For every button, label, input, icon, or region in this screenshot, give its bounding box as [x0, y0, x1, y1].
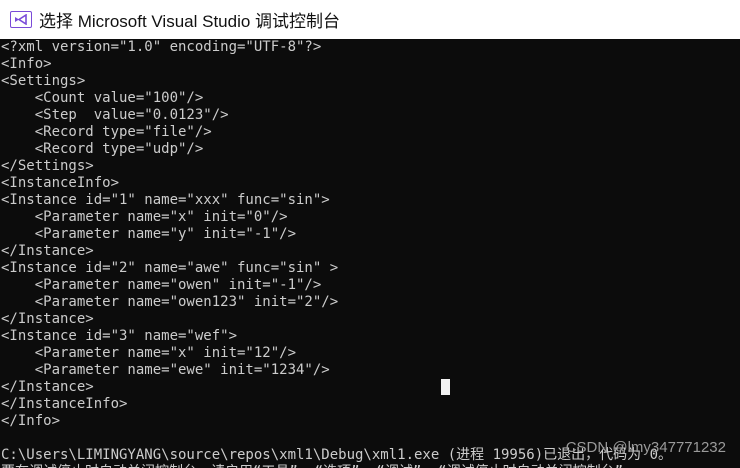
- console-line: <Parameter name="owen123" init="2"/>: [1, 294, 339, 310]
- visual-studio-icon: [10, 11, 32, 28]
- console-line: <Parameter name="x" init="12"/>: [1, 345, 297, 361]
- console-output[interactable]: <?xml version="1.0" encoding="UTF-8"?> <I…: [0, 39, 740, 468]
- text-cursor: [441, 379, 450, 395]
- csdn-watermark: CSDN @lmy347771232: [565, 439, 726, 456]
- console-line: <Instance id="2" name="awe" func="sin" >: [1, 260, 339, 276]
- console-line: <Parameter name="x" init="0"/>: [1, 209, 288, 225]
- console-line: <Instance id="3" name="wef">: [1, 328, 238, 344]
- console-line: <Parameter name="owen" init="-1"/>: [1, 277, 322, 293]
- console-line: <Parameter name="ewe" init="1234"/>: [1, 362, 330, 378]
- console-line: </Instance>: [1, 379, 94, 395]
- window-title: 选择 Microsoft Visual Studio 调试控制台: [39, 12, 341, 31]
- console-line: 要在调试停止时自动关闭控制台，请启用“工具”->“选项”->“调试”->“调试停…: [1, 464, 672, 468]
- console-line: </Instance>: [1, 311, 94, 327]
- console-line: <Step value="0.0123"/>: [1, 107, 229, 123]
- console-line: <Settings>: [1, 73, 86, 89]
- console-line: <InstanceInfo>: [1, 175, 120, 191]
- console-line: <Count value="100"/>: [1, 90, 204, 106]
- title-bar[interactable]: 选择 Microsoft Visual Studio 调试控制台: [0, 0, 740, 39]
- console-text: <?xml version="1.0" encoding="UTF-8"?> <I…: [1, 39, 672, 468]
- console-line: </Info>: [1, 413, 61, 429]
- console-line: <Record type="file"/>: [1, 124, 212, 140]
- console-line: <Instance id="1" name="xxx" func="sin">: [1, 192, 330, 208]
- console-line: <?xml version="1.0" encoding="UTF-8"?>: [1, 39, 322, 55]
- console-line: </Instance>: [1, 243, 94, 259]
- console-line: </Settings>: [1, 158, 94, 174]
- console-line: <Parameter name="y" init="-1"/>: [1, 226, 297, 242]
- console-line: <Info>: [1, 56, 52, 72]
- console-line: <Record type="udp"/>: [1, 141, 204, 157]
- console-line: </InstanceInfo>: [1, 396, 128, 412]
